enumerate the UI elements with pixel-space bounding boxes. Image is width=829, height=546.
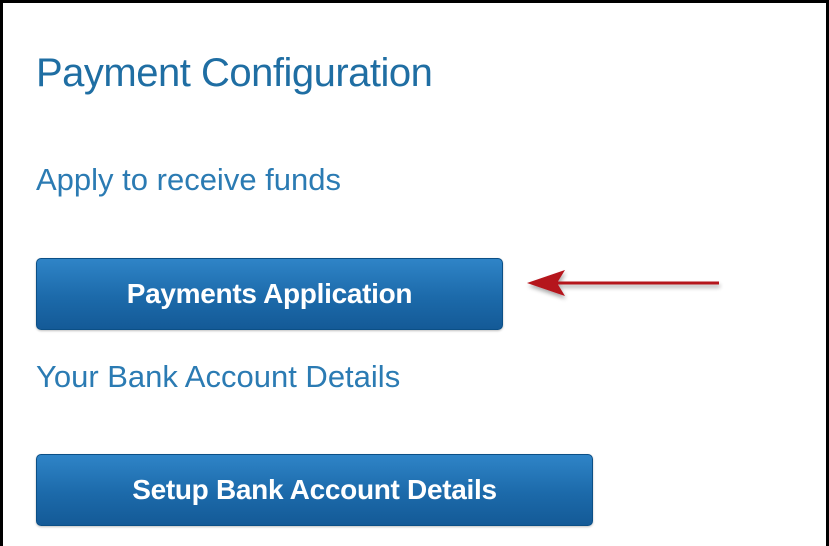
content-panel: Payment Configuration Apply to receive f… [0, 0, 829, 546]
page-title: Payment Configuration [36, 51, 433, 95]
bank-account-details-label: Your Bank Account Details [36, 359, 401, 394]
setup-bank-account-details-button[interactable]: Setup Bank Account Details [36, 454, 593, 526]
arrow-left-icon [527, 270, 719, 296]
receive-funds-label: Apply to receive funds [36, 162, 342, 197]
payments-application-button[interactable]: Payments Application [36, 258, 503, 330]
